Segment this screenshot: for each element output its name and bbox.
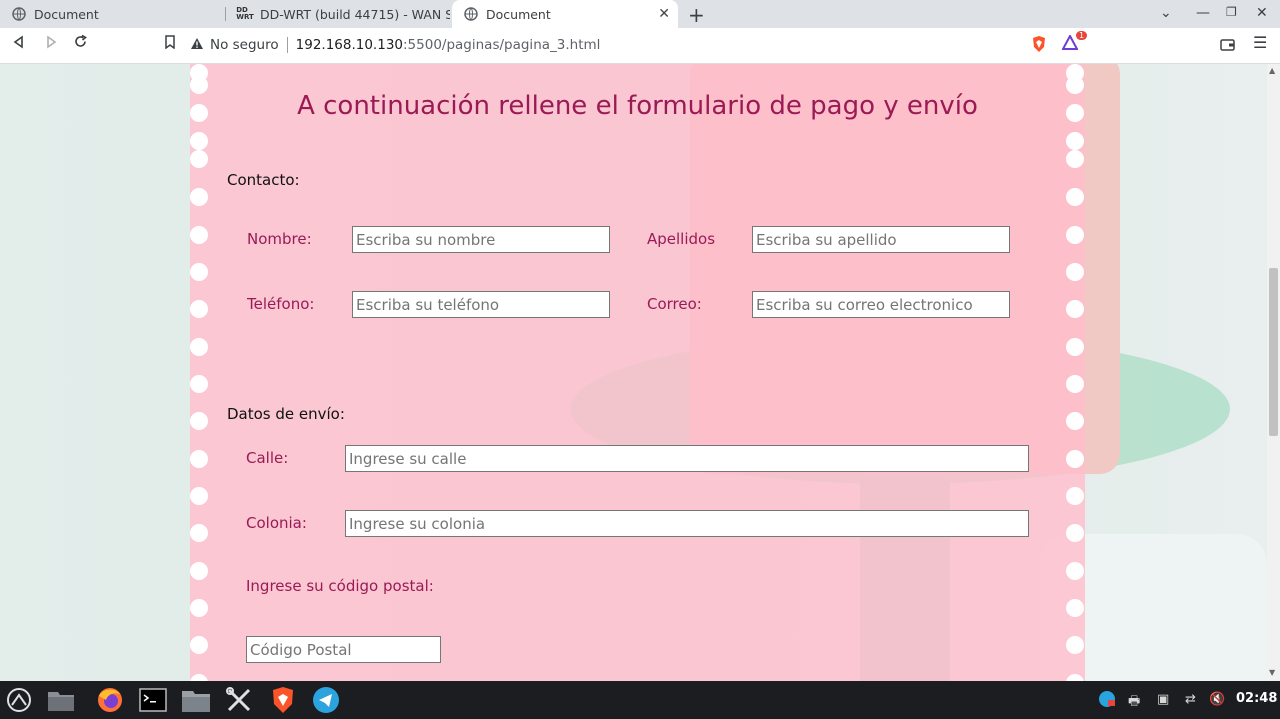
colonia-label: Colonia: — [246, 514, 307, 532]
telefono-label: Teléfono: — [247, 295, 315, 313]
brave-shield-icon[interactable] — [1031, 35, 1047, 57]
colonia-input[interactable] — [345, 510, 1029, 537]
security-label: No seguro — [210, 37, 279, 53]
tab-ddwrt[interactable]: DD WRT DD-WRT (build 44715) - WAN Sta — [226, 0, 452, 28]
page-scrollbar[interactable]: ▲ ▼ — [1267, 64, 1280, 681]
bookmark-icon[interactable] — [164, 34, 176, 53]
close-window-icon[interactable]: ✕ — [1256, 5, 1268, 21]
screenshot-icon[interactable]: ▣ — [1157, 692, 1169, 707]
back-icon[interactable] — [12, 34, 26, 53]
terminal-icon[interactable] — [138, 685, 168, 715]
nombre-input[interactable] — [352, 226, 610, 253]
update-icon[interactable] — [1098, 690, 1116, 712]
tab-title: DD-WRT (build 44715) - WAN Sta — [260, 6, 450, 22]
tab-title: Document — [34, 6, 99, 22]
scroll-up-icon[interactable]: ▲ — [1269, 66, 1275, 75]
url-path: :5500/paginas/pagina_3.html — [403, 37, 601, 53]
wallet-icon[interactable] — [1220, 36, 1235, 55]
volume-muted-icon[interactable]: 🔇 — [1209, 692, 1225, 707]
address-bar[interactable]: No seguro 192.168.10.130:5500/paginas/pa… — [190, 31, 1020, 59]
new-tab-button[interactable]: + — [688, 3, 705, 27]
printer-icon[interactable]: 🖶 — [1128, 692, 1140, 714]
forward-icon[interactable] — [44, 34, 58, 53]
firefox-icon[interactable] — [95, 685, 125, 715]
tab-document-active[interactable]: Document ✕ — [452, 0, 678, 28]
tools-icon[interactable] — [224, 685, 254, 715]
globe-icon — [464, 7, 478, 21]
scrollbar-thumb[interactable] — [1269, 268, 1278, 436]
launcher-icon[interactable] — [4, 685, 34, 715]
network-icon[interactable]: ⇄ — [1185, 692, 1196, 707]
right-dot-border — [1066, 64, 1086, 681]
clock: 02:48 — [1236, 691, 1278, 706]
scroll-down-icon[interactable]: ▼ — [1269, 668, 1275, 677]
telefono-input[interactable] — [352, 291, 610, 318]
brave-rewards-icon[interactable]: 1 — [1061, 31, 1088, 55]
contact-section-heading: Contacto: — [227, 171, 300, 189]
codigo-postal-label: Ingrese su código postal: — [246, 577, 434, 595]
tab-title: Document — [486, 6, 551, 22]
brave-icon[interactable] — [268, 685, 298, 715]
tab-search-icon[interactable]: ⌄ — [1160, 5, 1172, 21]
calle-input[interactable] — [345, 445, 1029, 472]
shipping-section-heading: Datos de envío: — [227, 405, 345, 423]
page-title: A continuación rellene el formulario de … — [297, 91, 978, 121]
minimize-icon[interactable]: — — [1196, 5, 1210, 21]
url-host: 192.168.10.130 — [295, 37, 403, 53]
page-viewport: A continuación rellene el formulario de … — [0, 64, 1267, 681]
globe-icon — [12, 7, 26, 21]
warning-icon[interactable] — [190, 37, 204, 54]
nombre-label: Nombre: — [247, 230, 312, 248]
left-dot-border — [190, 64, 210, 681]
codigo-postal-input[interactable] — [246, 636, 441, 663]
browser-toolbar: No seguro 192.168.10.130:5500/paginas/pa… — [0, 28, 1280, 64]
tab-strip: Document DD WRT DD-WRT (build 44715) - WA… — [0, 0, 1280, 28]
apellidos-input[interactable] — [752, 226, 1010, 253]
rewards-badge: 1 — [1076, 31, 1088, 40]
restore-icon[interactable]: ❐ — [1226, 5, 1237, 19]
correo-input[interactable] — [752, 291, 1010, 318]
reload-icon[interactable] — [73, 34, 88, 53]
correo-label: Correo: — [647, 295, 702, 313]
menu-icon[interactable]: ☰ — [1253, 33, 1267, 52]
telegram-icon[interactable] — [311, 685, 341, 715]
close-tab-icon[interactable]: ✕ — [658, 6, 670, 22]
files-icon[interactable] — [46, 685, 76, 715]
tab-document-1[interactable]: Document — [0, 0, 225, 28]
taskbar: 🖶 ▣ ⇄ 🔇 02:48 — [0, 681, 1280, 719]
form-card: A continuación rellene el formulario de … — [190, 64, 1085, 681]
calle-label: Calle: — [246, 449, 289, 467]
ddwrt-icon: DD WRT — [236, 6, 254, 21]
folder-icon[interactable] — [181, 685, 211, 715]
apellidos-label: Apellidos — [647, 230, 716, 248]
